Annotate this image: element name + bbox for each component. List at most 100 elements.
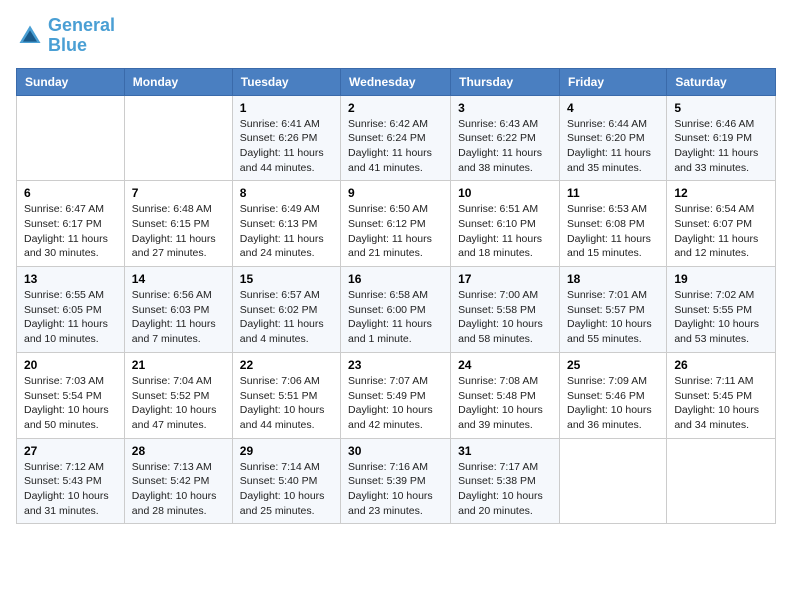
day-info: Sunrise: 7:00 AMSunset: 5:58 PMDaylight:… [458, 288, 552, 347]
day-number: 1 [240, 101, 333, 115]
calendar-week-row: 20 Sunrise: 7:03 AMSunset: 5:54 PMDayligh… [17, 352, 776, 438]
day-number: 21 [132, 358, 225, 372]
calendar-cell: 12 Sunrise: 6:54 AMSunset: 6:07 PMDayligh… [667, 181, 776, 267]
logo: General Blue [16, 16, 115, 56]
day-info: Sunrise: 6:49 AMSunset: 6:13 PMDaylight:… [240, 202, 333, 261]
day-info: Sunrise: 7:02 AMSunset: 5:55 PMDaylight:… [674, 288, 768, 347]
day-info: Sunrise: 6:51 AMSunset: 6:10 PMDaylight:… [458, 202, 552, 261]
day-number: 8 [240, 186, 333, 200]
day-number: 3 [458, 101, 552, 115]
calendar-cell: 1 Sunrise: 6:41 AMSunset: 6:26 PMDaylight… [232, 95, 340, 181]
day-number: 5 [674, 101, 768, 115]
calendar-cell: 3 Sunrise: 6:43 AMSunset: 6:22 PMDaylight… [451, 95, 560, 181]
day-info: Sunrise: 7:16 AMSunset: 5:39 PMDaylight:… [348, 460, 443, 519]
day-number: 31 [458, 444, 552, 458]
logo-icon [16, 22, 44, 50]
calendar-cell: 25Sunrise: 7:09 AMSunset: 5:46 PMDayligh… [559, 352, 666, 438]
day-of-week-header: Monday [124, 68, 232, 95]
day-number: 7 [132, 186, 225, 200]
calendar-cell: 10 Sunrise: 6:51 AMSunset: 6:10 PMDayligh… [451, 181, 560, 267]
day-info: Sunrise: 7:08 AMSunset: 5:48 PMDaylight:… [458, 374, 552, 433]
day-info: Sunrise: 6:43 AMSunset: 6:22 PMDaylight:… [458, 117, 552, 176]
day-number: 13 [24, 272, 117, 286]
day-info: Sunrise: 6:56 AMSunset: 6:03 PMDaylight:… [132, 288, 225, 347]
calendar-cell: 5 Sunrise: 6:46 AMSunset: 6:19 PMDaylight… [667, 95, 776, 181]
calendar-cell: 16Sunrise: 6:58 AMSunset: 6:00 PMDayligh… [341, 267, 451, 353]
calendar-cell: 19 Sunrise: 7:02 AMSunset: 5:55 PMDayligh… [667, 267, 776, 353]
day-number: 17 [458, 272, 552, 286]
day-info: Sunrise: 6:50 AMSunset: 6:12 PMDaylight:… [348, 202, 443, 261]
page-header: General Blue [16, 16, 776, 56]
day-info: Sunrise: 6:42 AMSunset: 6:24 PMDaylight:… [348, 117, 443, 176]
day-info: Sunrise: 7:17 AMSunset: 5:38 PMDaylight:… [458, 460, 552, 519]
calendar-cell: 2 Sunrise: 6:42 AMSunset: 6:24 PMDaylight… [341, 95, 451, 181]
day-number: 29 [240, 444, 333, 458]
day-number: 14 [132, 272, 225, 286]
day-info: Sunrise: 7:07 AMSunset: 5:49 PMDaylight:… [348, 374, 443, 433]
calendar-cell: 30 Sunrise: 7:16 AMSunset: 5:39 PMDayligh… [341, 438, 451, 524]
calendar-cell: 9 Sunrise: 6:50 AMSunset: 6:12 PMDaylight… [341, 181, 451, 267]
day-of-week-header: Wednesday [341, 68, 451, 95]
day-number: 19 [674, 272, 768, 286]
day-number: 26 [674, 358, 768, 372]
day-number: 12 [674, 186, 768, 200]
day-number: 4 [567, 101, 659, 115]
day-info: Sunrise: 7:04 AMSunset: 5:52 PMDaylight:… [132, 374, 225, 433]
calendar-cell: 22Sunrise: 7:06 AMSunset: 5:51 PMDayligh… [232, 352, 340, 438]
calendar-cell: 6 Sunrise: 6:47 AMSunset: 6:17 PMDaylight… [17, 181, 125, 267]
calendar-cell [17, 95, 125, 181]
calendar-cell: 17 Sunrise: 7:00 AMSunset: 5:58 PMDayligh… [451, 267, 560, 353]
day-info: Sunrise: 6:47 AMSunset: 6:17 PMDaylight:… [24, 202, 117, 261]
day-number: 2 [348, 101, 443, 115]
calendar-cell: 18Sunrise: 7:01 AMSunset: 5:57 PMDayligh… [559, 267, 666, 353]
day-info: Sunrise: 7:06 AMSunset: 5:51 PMDaylight:… [240, 374, 333, 433]
day-info: Sunrise: 6:46 AMSunset: 6:19 PMDaylight:… [674, 117, 768, 176]
day-info: Sunrise: 6:57 AMSunset: 6:02 PMDaylight:… [240, 288, 333, 347]
day-number: 23 [348, 358, 443, 372]
calendar-cell: 11 Sunrise: 6:53 AMSunset: 6:08 PMDayligh… [559, 181, 666, 267]
day-number: 20 [24, 358, 117, 372]
day-of-week-header: Tuesday [232, 68, 340, 95]
day-of-week-header: Friday [559, 68, 666, 95]
calendar-cell: 31 Sunrise: 7:17 AMSunset: 5:38 PMDayligh… [451, 438, 560, 524]
day-number: 24 [458, 358, 552, 372]
day-number: 25 [567, 358, 659, 372]
day-number: 30 [348, 444, 443, 458]
day-number: 10 [458, 186, 552, 200]
calendar-cell: 27 Sunrise: 7:12 AMSunset: 5:43 PMDayligh… [17, 438, 125, 524]
calendar-cell: 23 Sunrise: 7:07 AMSunset: 5:49 PMDayligh… [341, 352, 451, 438]
calendar-week-row: 1 Sunrise: 6:41 AMSunset: 6:26 PMDaylight… [17, 95, 776, 181]
calendar-cell: 20 Sunrise: 7:03 AMSunset: 5:54 PMDayligh… [17, 352, 125, 438]
calendar-cell: 8 Sunrise: 6:49 AMSunset: 6:13 PMDaylight… [232, 181, 340, 267]
day-number: 9 [348, 186, 443, 200]
day-number: 11 [567, 186, 659, 200]
day-of-week-header: Thursday [451, 68, 560, 95]
day-of-week-header: Sunday [17, 68, 125, 95]
day-of-week-header: Saturday [667, 68, 776, 95]
day-info: Sunrise: 6:54 AMSunset: 6:07 PMDaylight:… [674, 202, 768, 261]
calendar-cell: 26Sunrise: 7:11 AMSunset: 5:45 PMDayligh… [667, 352, 776, 438]
calendar-cell: 21 Sunrise: 7:04 AMSunset: 5:52 PMDayligh… [124, 352, 232, 438]
calendar-table: SundayMondayTuesdayWednesdayThursdayFrid… [16, 68, 776, 525]
calendar-cell [667, 438, 776, 524]
calendar-cell: 29 Sunrise: 7:14 AMSunset: 5:40 PMDayligh… [232, 438, 340, 524]
calendar-week-row: 13 Sunrise: 6:55 AMSunset: 6:05 PMDayligh… [17, 267, 776, 353]
day-info: Sunrise: 6:53 AMSunset: 6:08 PMDaylight:… [567, 202, 659, 261]
day-info: Sunrise: 7:03 AMSunset: 5:54 PMDaylight:… [24, 374, 117, 433]
day-info: Sunrise: 7:14 AMSunset: 5:40 PMDaylight:… [240, 460, 333, 519]
day-info: Sunrise: 6:48 AMSunset: 6:15 PMDaylight:… [132, 202, 225, 261]
day-info: Sunrise: 7:12 AMSunset: 5:43 PMDaylight:… [24, 460, 117, 519]
day-info: Sunrise: 6:41 AMSunset: 6:26 PMDaylight:… [240, 117, 333, 176]
calendar-cell: 4 Sunrise: 6:44 AMSunset: 6:20 PMDaylight… [559, 95, 666, 181]
day-number: 15 [240, 272, 333, 286]
day-number: 6 [24, 186, 117, 200]
day-number: 27 [24, 444, 117, 458]
calendar-week-row: 27 Sunrise: 7:12 AMSunset: 5:43 PMDayligh… [17, 438, 776, 524]
day-info: Sunrise: 6:55 AMSunset: 6:05 PMDaylight:… [24, 288, 117, 347]
calendar-cell [124, 95, 232, 181]
day-info: Sunrise: 6:58 AMSunset: 6:00 PMDaylight:… [348, 288, 443, 347]
calendar-cell [559, 438, 666, 524]
calendar-cell: 7 Sunrise: 6:48 AMSunset: 6:15 PMDaylight… [124, 181, 232, 267]
calendar-header: SundayMondayTuesdayWednesdayThursdayFrid… [17, 68, 776, 95]
day-info: Sunrise: 6:44 AMSunset: 6:20 PMDaylight:… [567, 117, 659, 176]
